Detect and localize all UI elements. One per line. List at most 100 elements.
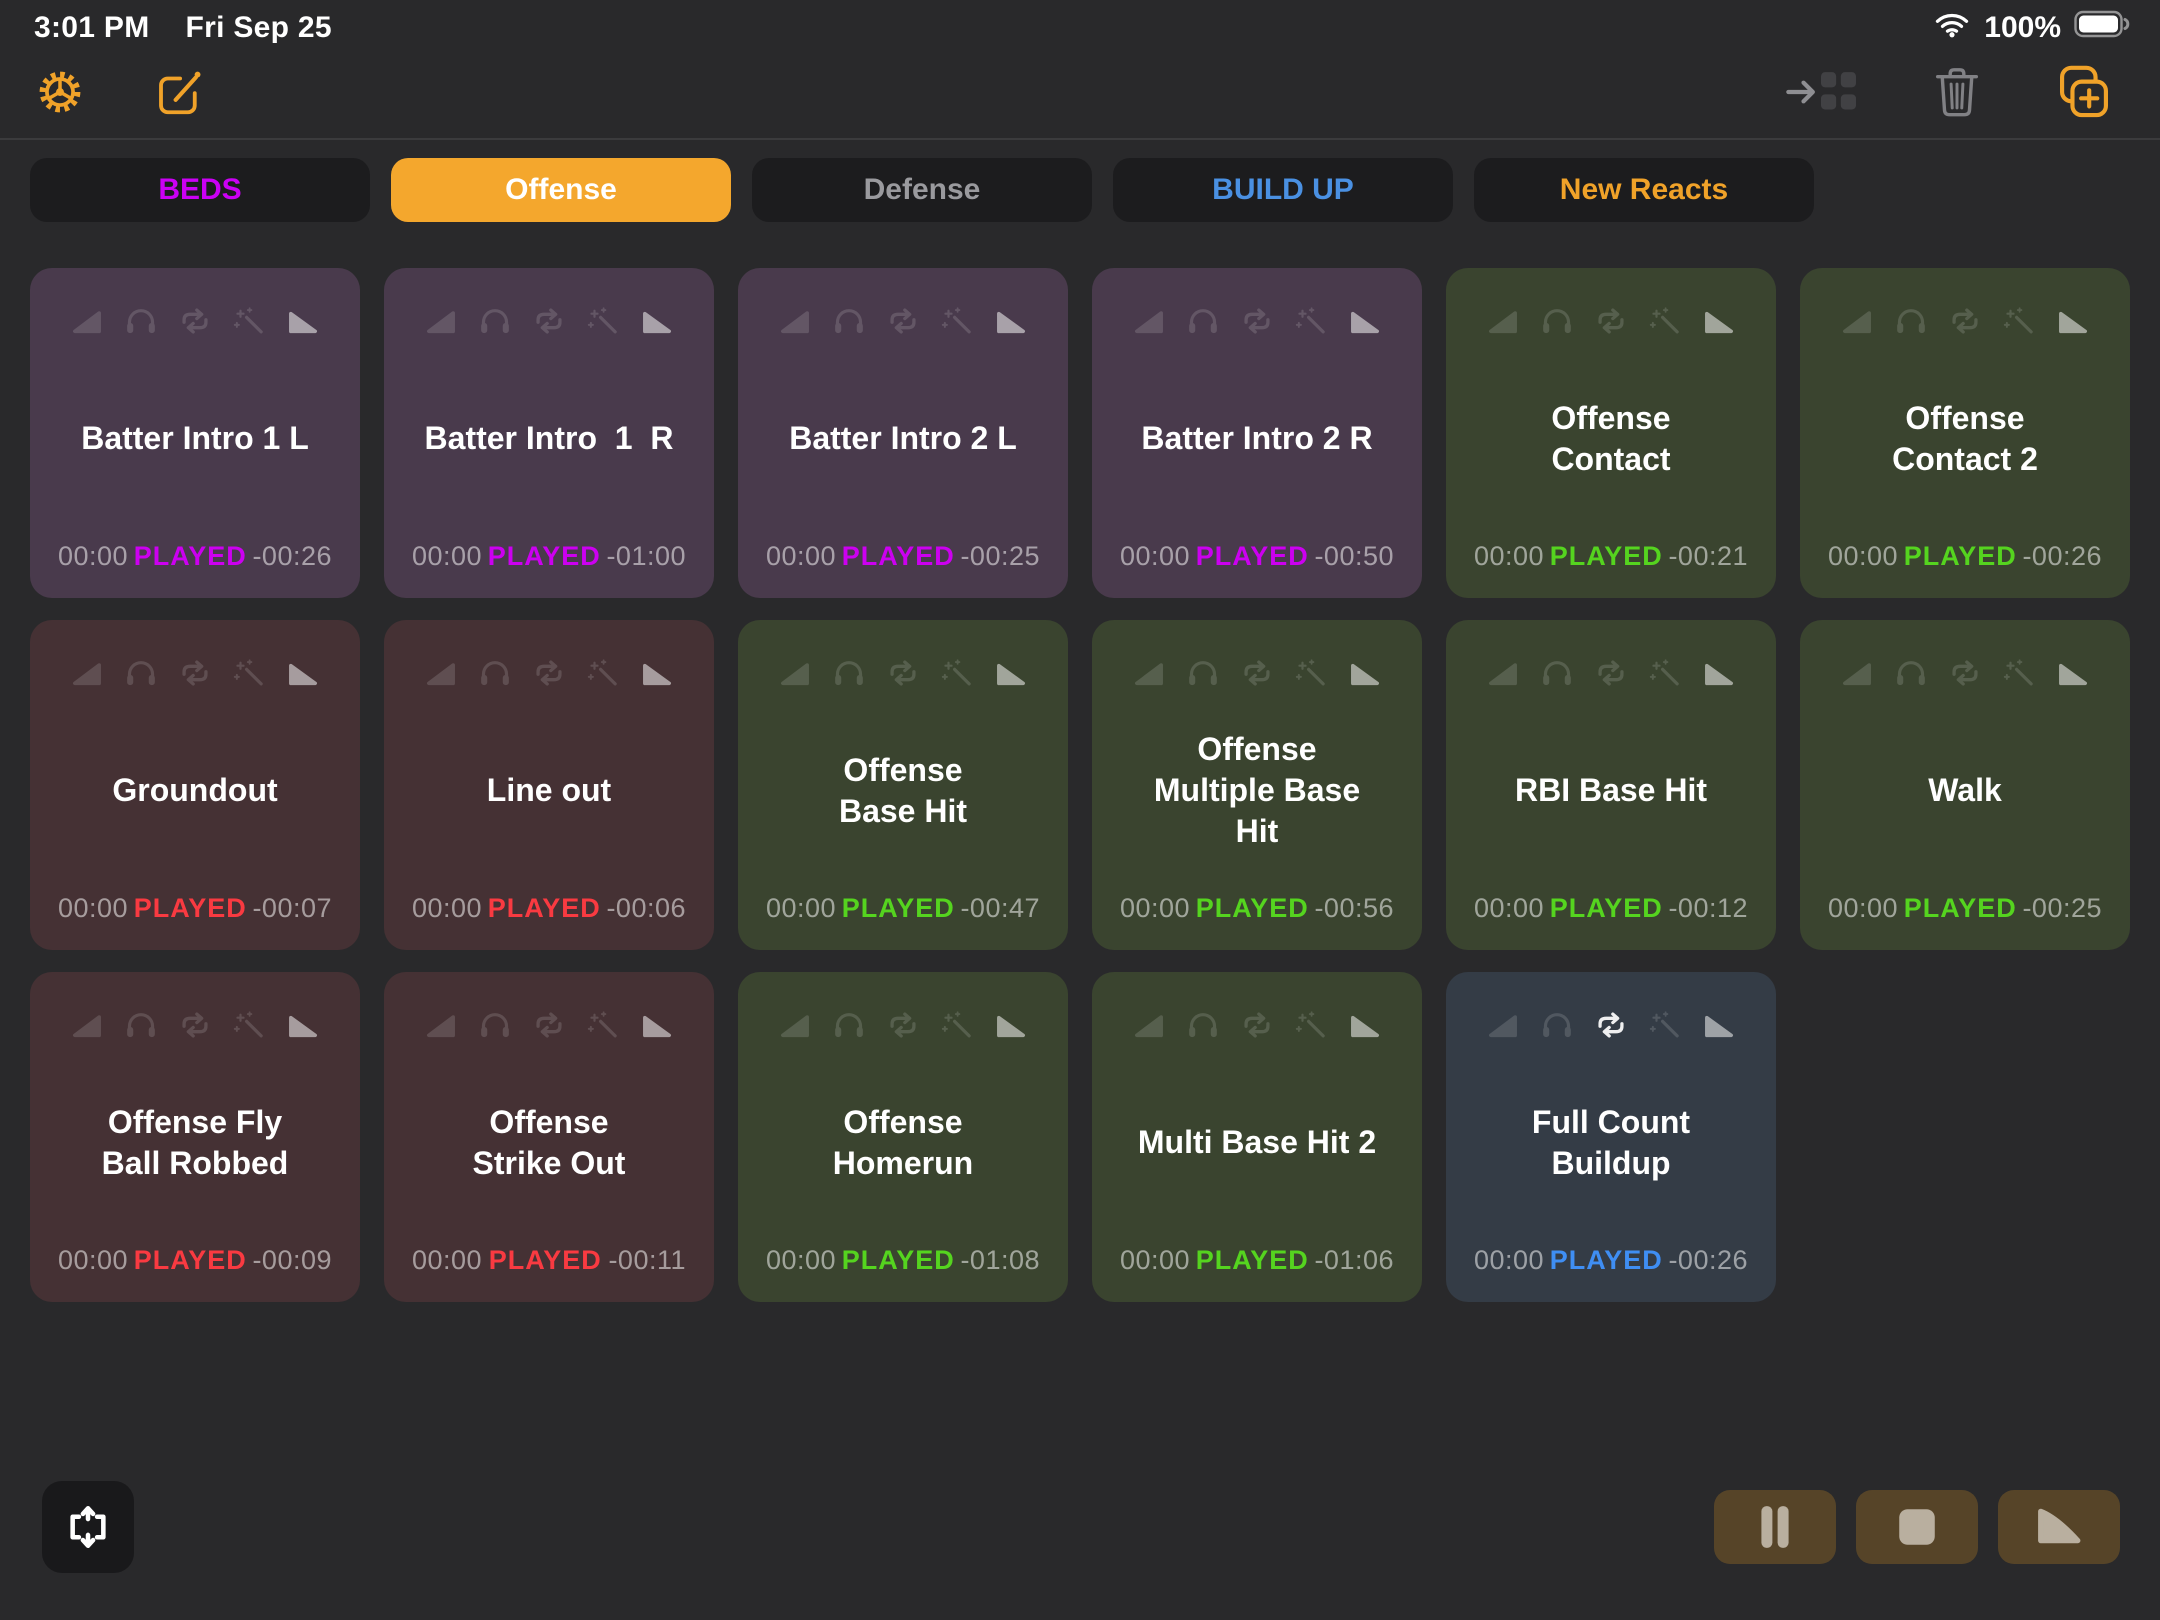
repeat-loop-icon (532, 306, 566, 336)
pad-times-row: 00:00 PLAYED -01:08 (738, 1245, 1068, 1302)
volume-ramp-icon (424, 658, 458, 688)
magic-wand-icon (1648, 1010, 1682, 1040)
pad-elapsed-time: 00:00 (58, 1245, 128, 1276)
pad-remaining-time: -00:26 (1668, 1245, 1748, 1276)
settings-gear-button[interactable] (32, 64, 88, 120)
pad-status: PLAYED (1904, 541, 2017, 572)
pad-times-row: 00:00 PLAYED -00:26 (1446, 1245, 1776, 1302)
pause-button[interactable] (1714, 1490, 1836, 1564)
pad-status: PLAYED (489, 1245, 602, 1276)
pad-full-count-buildup[interactable]: Full Count Buildup 00:00 PLAYED -00:26 (1446, 972, 1776, 1302)
pad-elapsed-time: 00:00 (1828, 893, 1898, 924)
pad-icon-row (384, 972, 714, 1040)
repeat-loop-icon (1594, 658, 1628, 688)
pad-line-out[interactable]: Line out 00:00 PLAYED -00:06 (384, 620, 714, 950)
headphones-icon (124, 658, 158, 688)
repeat-loop-icon (1948, 658, 1982, 688)
pad-walk[interactable]: Walk 00:00 PLAYED -00:25 (1800, 620, 2130, 950)
battery-icon (2074, 10, 2132, 46)
pad-icon-row (384, 620, 714, 688)
pad-offense-contact[interactable]: Offense Contact 00:00 PLAYED -00:21 (1446, 268, 1776, 598)
pad-multi-base-hit-2[interactable]: Multi Base Hit 2 00:00 PLAYED -01:06 (1092, 972, 1422, 1302)
trash-button[interactable] (1932, 64, 1982, 120)
send-to-grid-button[interactable] (1782, 64, 1860, 120)
tab-defense[interactable]: Defense (752, 158, 1092, 222)
compose-edit-button[interactable] (152, 65, 206, 119)
status-bar: 3:01 PM Fri Sep 25 100% (0, 0, 2160, 46)
tab-label: Defense (864, 173, 981, 207)
pad-title: Offense Contact 2 (1800, 336, 2130, 541)
volume-ramp-icon (1132, 1010, 1166, 1040)
pad-elapsed-time: 00:00 (766, 893, 836, 924)
tab-new-reacts[interactable]: New Reacts (1474, 158, 1814, 222)
pad-icon-row (1800, 268, 2130, 336)
pad-elapsed-time: 00:00 (1474, 893, 1544, 924)
pad-batter-intro-2-r[interactable]: Batter Intro 2 R 00:00 PLAYED -00:50 (1092, 268, 1422, 598)
pad-rbi-base-hit[interactable]: RBI Base Hit 00:00 PLAYED -00:12 (1446, 620, 1776, 950)
pad-icon-row (1446, 972, 1776, 1040)
tab-build-up[interactable]: BUILD UP (1113, 158, 1453, 222)
fade-out-flag-icon (1702, 658, 1736, 688)
magic-wand-icon (940, 306, 974, 336)
fade-out-flag-icon (640, 1010, 674, 1040)
headphones-icon (1186, 658, 1220, 688)
pad-icon-row (738, 972, 1068, 1040)
tab-beds[interactable]: BEDS (30, 158, 370, 222)
pad-times-row: 00:00 PLAYED -00:12 (1446, 893, 1776, 950)
pad-remaining-time: -00:11 (608, 1245, 686, 1276)
tab-label: BEDS (158, 173, 241, 207)
volume-ramp-icon (1840, 306, 1874, 336)
tab-label: New Reacts (1560, 173, 1728, 207)
pad-batter-intro-1-r[interactable]: Batter Intro 1 R 00:00 PLAYED -01:00 (384, 268, 714, 598)
pad-elapsed-time: 00:00 (412, 893, 482, 924)
fade-out-button[interactable] (1998, 1490, 2120, 1564)
pad-offense-homerun[interactable]: Offense Homerun 00:00 PLAYED -01:08 (738, 972, 1068, 1302)
pad-times-row: 00:00 PLAYED -00:47 (738, 893, 1068, 950)
resize-pads-button[interactable] (42, 1481, 134, 1573)
pad-status: PLAYED (488, 893, 601, 924)
volume-ramp-icon (778, 1010, 812, 1040)
headphones-icon (478, 306, 512, 336)
pad-icon-row (738, 620, 1068, 688)
pad-title: RBI Base Hit (1446, 688, 1776, 893)
magic-wand-icon (586, 1010, 620, 1040)
repeat-loop-icon (532, 658, 566, 688)
pad-offense-fly-ball-robbed[interactable]: Offense Fly Ball Robbed 00:00 PLAYED -00… (30, 972, 360, 1302)
fade-out-flag-icon (1348, 1010, 1382, 1040)
fade-out-icon (2030, 1504, 2088, 1550)
headphones-icon (1894, 658, 1928, 688)
duplicate-add-button[interactable] (2054, 62, 2114, 122)
fade-out-flag-icon (994, 658, 1028, 688)
repeat-loop-icon (178, 306, 212, 336)
pad-remaining-time: -01:08 (960, 1245, 1040, 1276)
headphones-icon (832, 658, 866, 688)
repeat-loop-icon (1594, 306, 1628, 336)
headphones-icon (1186, 1010, 1220, 1040)
pad-times-row: 00:00 PLAYED -00:26 (1800, 541, 2130, 598)
pad-elapsed-time: 00:00 (1828, 541, 1898, 572)
pad-batter-intro-1-l[interactable]: Batter Intro 1 L 00:00 PLAYED -00:26 (30, 268, 360, 598)
pad-offense-strike-out[interactable]: Offense Strike Out 00:00 PLAYED -00:11 (384, 972, 714, 1302)
pad-offense-multiple-base-hit[interactable]: Offense Multiple Base Hit 00:00 PLAYED -… (1092, 620, 1422, 950)
stop-button[interactable] (1856, 1490, 1978, 1564)
pad-title: Offense Homerun (738, 1040, 1068, 1245)
pad-remaining-time: -00:25 (960, 541, 1040, 572)
fade-out-flag-icon (1702, 306, 1736, 336)
clock-time: 3:01 PM (34, 11, 149, 45)
pad-icon-row (30, 268, 360, 336)
pad-groundout[interactable]: Groundout 00:00 PLAYED -00:07 (30, 620, 360, 950)
pad-batter-intro-2-l[interactable]: Batter Intro 2 L 00:00 PLAYED -00:25 (738, 268, 1068, 598)
fade-out-flag-icon (1348, 658, 1382, 688)
pad-title: Batter Intro 2 L (738, 336, 1068, 541)
pad-status: PLAYED (1196, 893, 1309, 924)
pad-offense-contact-2[interactable]: Offense Contact 2 00:00 PLAYED -00:26 (1800, 268, 2130, 598)
pad-remaining-time: -00:26 (2022, 541, 2102, 572)
tab-offense[interactable]: Offense (391, 158, 731, 222)
headphones-icon (1894, 306, 1928, 336)
magic-wand-icon (232, 1010, 266, 1040)
pad-offense-base-hit[interactable]: Offense Base Hit 00:00 PLAYED -00:47 (738, 620, 1068, 950)
pad-times-row: 00:00 PLAYED -00:21 (1446, 541, 1776, 598)
pad-status: PLAYED (842, 541, 955, 572)
pad-title: Groundout (30, 688, 360, 893)
headphones-icon (832, 1010, 866, 1040)
